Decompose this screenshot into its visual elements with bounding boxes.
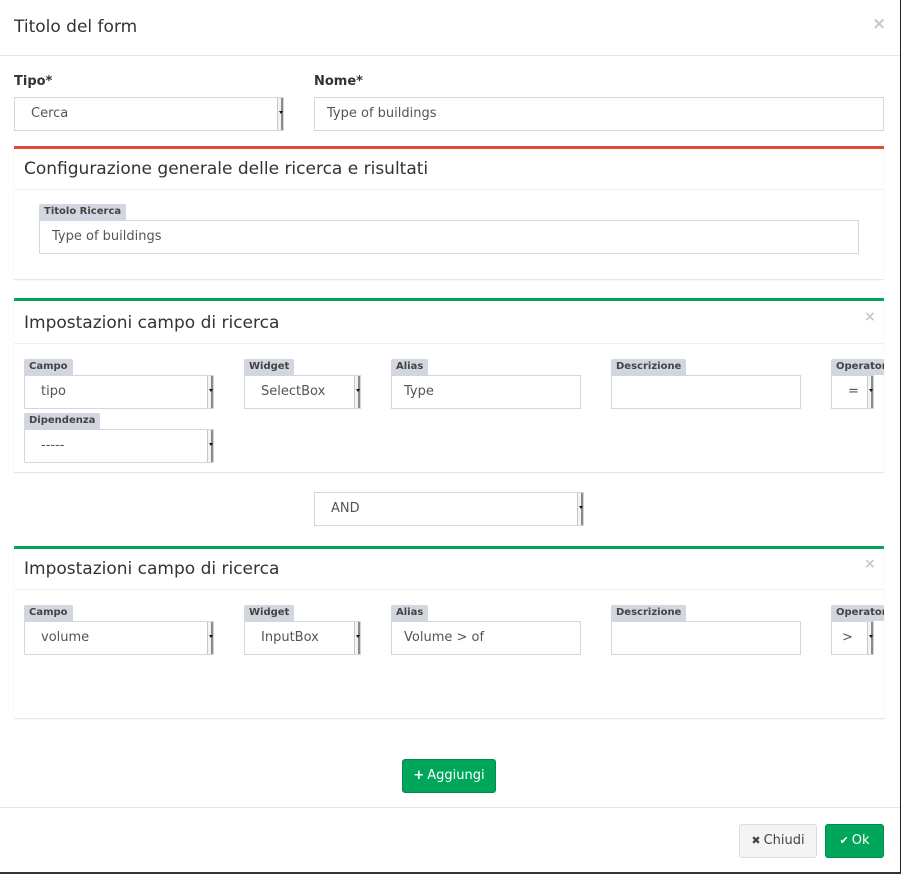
ok-button[interactable]: ✔ Ok xyxy=(825,824,884,858)
connector-select[interactable]: AND xyxy=(314,492,584,526)
close-icon[interactable]: × xyxy=(872,16,886,33)
modal-header: Titolo del form × xyxy=(0,0,900,56)
chevron-down-icon xyxy=(207,376,213,408)
box-header-divider xyxy=(14,343,884,344)
chevron-down-icon xyxy=(867,376,873,408)
widget-value-1: SelectBox xyxy=(261,384,326,399)
titolo-ricerca-label: Titolo Ricerca xyxy=(39,204,127,220)
descrizione-label-2: Descrizione xyxy=(611,605,687,621)
widget-select-2[interactable]: InputBox xyxy=(244,621,361,655)
tipo-select-value: Cerca xyxy=(31,106,69,121)
widget-label-1: Widget xyxy=(244,359,295,375)
operatore-value-1: = xyxy=(848,384,859,399)
nome-input[interactable]: Type of buildings xyxy=(314,97,884,131)
alias-input-1[interactable]: Type xyxy=(391,375,581,409)
search-field-title-2: Impostazioni campo di ricerca xyxy=(24,559,280,579)
check-icon: ✔ xyxy=(839,834,849,847)
search-field-box-1: Impostazioni campo di ricerca × Campo ti… xyxy=(14,298,884,472)
campo-label-2: Campo xyxy=(24,605,73,621)
tipo-label: Tipo* xyxy=(14,74,53,89)
chevron-down-icon xyxy=(277,98,283,130)
box-header-divider xyxy=(14,189,884,190)
chevron-down-icon xyxy=(207,622,213,654)
chevron-down-icon xyxy=(207,430,213,462)
descrizione-input-1[interactable] xyxy=(611,375,801,409)
alias-input-2[interactable]: Volume > of xyxy=(391,621,581,655)
operatore-label-2: Operatore con xyxy=(831,605,884,621)
chevron-down-icon xyxy=(354,622,360,654)
add-field-label: Aggiungi xyxy=(427,768,485,783)
add-field-button[interactable]: + Aggiungi xyxy=(402,759,496,793)
search-field-box-2: Impostazioni campo di ricerca × Campo vo… xyxy=(14,546,884,718)
operatore-select-1[interactable]: = xyxy=(831,375,874,409)
operatore-label-1: Operatore con xyxy=(831,359,884,375)
modal-title: Titolo del form xyxy=(14,17,138,37)
widget-select-1[interactable]: SelectBox xyxy=(244,375,361,409)
chevron-down-icon xyxy=(577,493,583,525)
plus-icon: + xyxy=(413,768,425,783)
chevron-down-icon xyxy=(354,376,360,408)
general-config-title: Configurazione generale delle ricerca e … xyxy=(24,159,429,179)
titolo-ricerca-input[interactable]: Type of buildings xyxy=(39,220,859,254)
connector-value: AND xyxy=(331,501,360,516)
widget-value-2: InputBox xyxy=(261,630,319,645)
descrizione-input-2[interactable] xyxy=(611,621,801,655)
box-header-divider xyxy=(14,589,884,590)
times-icon: ✖ xyxy=(751,834,761,847)
general-config-box: Configurazione generale delle ricerca e … xyxy=(14,146,884,279)
remove-field-icon-2[interactable]: × xyxy=(864,557,876,571)
tipo-select[interactable]: Cerca xyxy=(14,97,284,131)
descrizione-label-1: Descrizione xyxy=(611,359,687,375)
campo-value-2: volume xyxy=(41,630,90,645)
dipendenza-select-1[interactable]: ----- xyxy=(24,429,214,463)
widget-label-2: Widget xyxy=(244,605,295,621)
dipendenza-value-1: ----- xyxy=(41,438,65,453)
modal-dialog: Titolo del form × Tipo* Cerca Nome* Type… xyxy=(0,0,900,872)
campo-select-1[interactable]: tipo xyxy=(24,375,214,409)
campo-select-2[interactable]: volume xyxy=(24,621,214,655)
modal-footer-divider xyxy=(0,807,900,808)
chevron-down-icon xyxy=(867,622,873,654)
close-button-label: Chiudi xyxy=(763,833,805,848)
close-button[interactable]: ✖ Chiudi xyxy=(739,824,817,858)
alias-label-1: Alias xyxy=(391,359,429,375)
search-field-title-1: Impostazioni campo di ricerca xyxy=(24,313,280,333)
operatore-select-2[interactable]: > xyxy=(831,621,874,655)
alias-label-2: Alias xyxy=(391,605,429,621)
nome-label: Nome* xyxy=(314,74,363,89)
ok-button-label: Ok xyxy=(851,833,870,848)
remove-field-icon-1[interactable]: × xyxy=(864,310,876,324)
dipendenza-label-1: Dipendenza xyxy=(24,413,101,429)
campo-label-1: Campo xyxy=(24,359,73,375)
campo-value-1: tipo xyxy=(41,384,66,399)
operatore-value-2: > xyxy=(842,630,853,645)
